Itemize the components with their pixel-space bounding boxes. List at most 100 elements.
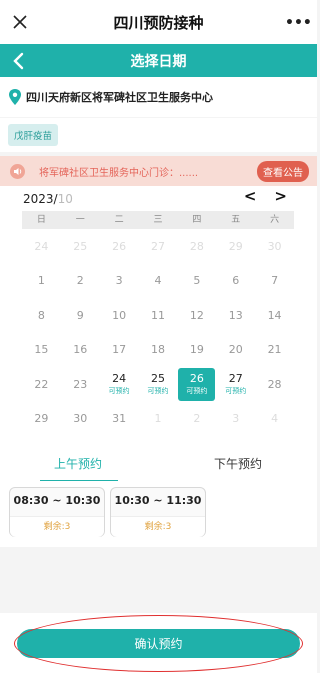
slot-remaining: 剩余:3: [10, 516, 104, 537]
prev-month-button[interactable]: <: [244, 187, 257, 205]
calendar-day: 29: [22, 402, 61, 437]
calendar-day: 3: [100, 264, 139, 299]
notice-text[interactable]: 将军碑社区卫生服务中心门诊：......: [39, 164, 257, 179]
time-slots: 08:30 ~ 10:30 剩余:3 10:30 ~ 11:30 剩余:3: [0, 481, 317, 547]
day-number: 30: [267, 239, 282, 253]
day-number: 6: [232, 274, 240, 288]
bottom-bar: 确认预约: [0, 613, 317, 673]
next-month-button[interactable]: >: [274, 187, 287, 205]
calendar-day: 12: [177, 298, 216, 333]
calendar-day: 20: [216, 333, 255, 368]
day-number: 7: [271, 274, 279, 288]
app-title: 四川预防接种: [113, 13, 204, 32]
calendar-year-month: 2023/: [23, 192, 58, 206]
more-icon[interactable]: •••: [285, 16, 312, 30]
calendar-day: 5: [177, 264, 216, 299]
calendar-day: 4: [139, 264, 178, 299]
calendar-day: 29: [216, 229, 255, 264]
calendar-day: 16: [61, 333, 100, 368]
day-number: 29: [34, 412, 49, 426]
calendar: 2023/10 < > 日一二三四五六 24 25 26 27 28 29 30 1 2 3 4 5 6…: [0, 186, 317, 436]
time-slot[interactable]: 10:30 ~ 11:30 剩余:3: [110, 487, 206, 537]
day-number: 8: [37, 308, 45, 322]
day-number: 25: [73, 239, 88, 253]
day-availability: 可预约: [108, 387, 130, 396]
day-number: 5: [193, 274, 201, 288]
location-pin-icon: [9, 89, 21, 105]
clinic-name: 四川天府新区将军碑社区卫生服务中心: [26, 91, 213, 104]
calendar-day: 3: [216, 402, 255, 437]
tab-morning[interactable]: 上午预约: [54, 455, 102, 472]
calendar-day: 31: [100, 402, 139, 437]
day-number: 22: [34, 377, 49, 391]
calendar-day: 17: [100, 333, 139, 368]
calendar-day: 28: [255, 367, 294, 402]
day-number: 31: [112, 412, 127, 426]
back-icon[interactable]: [10, 52, 28, 70]
calendar-day: 6: [216, 264, 255, 299]
day-number: 4: [271, 412, 279, 426]
calendar-day: 10: [100, 298, 139, 333]
calendar-day: 4: [255, 402, 294, 437]
day-number: 30: [73, 412, 88, 426]
time-slot[interactable]: 08:30 ~ 10:30 剩余:3: [9, 487, 105, 537]
weekday-label: 日: [36, 215, 46, 225]
day-number: 20: [228, 343, 243, 357]
day-number: 1: [37, 274, 45, 288]
calendar-month-number: 10: [57, 192, 73, 206]
day-number: 10: [112, 308, 127, 322]
notice-bar: 将军碑社区卫生服务中心门诊：...... 查看公告: [0, 156, 317, 186]
day-number: 12: [189, 308, 204, 322]
tab-afternoon[interactable]: 下午预约: [214, 455, 262, 472]
day-number: 27: [150, 239, 165, 253]
confirm-appointment-button[interactable]: 确认预约: [17, 629, 300, 658]
day-number: 15: [34, 343, 49, 357]
close-icon[interactable]: [8, 10, 32, 34]
day-number: 3: [232, 412, 240, 426]
day-number: 26: [112, 239, 127, 253]
period-tabs: 上午预约 下午预约: [0, 436, 317, 482]
day-number: 16: [73, 343, 88, 357]
calendar-day[interactable]: 24 可预约: [100, 367, 139, 402]
slot-time: 08:30 ~ 10:30: [13, 494, 101, 507]
page-header: 选择日期: [0, 44, 317, 77]
calendar-day[interactable]: 25 可预约: [139, 367, 178, 402]
day-grid: 24 25 26 27 28 29 30 1 2 3 4 5 6 7 8 9 10 11 12 13 14 15 16 17 1…: [22, 229, 294, 436]
page-title: 选择日期: [130, 53, 187, 70]
weekday-label: 一: [75, 215, 85, 225]
wechat-title-bar: 四川预防接种 •••: [0, 0, 317, 44]
calendar-day: 1: [139, 402, 178, 437]
day-number: 28: [189, 239, 204, 253]
calendar-day: 2: [61, 264, 100, 299]
calendar-day: 9: [61, 298, 100, 333]
day-availability: 可预约: [147, 387, 169, 396]
calendar-day: 25: [61, 229, 100, 264]
speaker-icon: [10, 163, 25, 179]
day-number: 28: [267, 377, 282, 391]
selected-day[interactable]: 26 可预约: [178, 368, 216, 401]
calendar-day[interactable]: 27 可预约: [216, 367, 255, 402]
view-notice-button[interactable]: 查看公告: [257, 160, 309, 182]
calendar-day: 7: [255, 264, 294, 299]
day-number: 13: [228, 308, 243, 322]
weekday-label: 六: [270, 215, 280, 225]
weekday-label: 二: [114, 215, 124, 225]
calendar-day: 8: [22, 298, 61, 333]
day-number: 21: [267, 343, 282, 357]
day-availability: 可预约: [186, 387, 208, 396]
day-number: 23: [73, 377, 88, 391]
clinic-location: 四川天府新区将军碑社区卫生服务中心: [0, 77, 317, 117]
calendar-day: 30: [255, 229, 294, 264]
calendar-day: 24: [22, 229, 61, 264]
day-number: 17: [112, 343, 127, 357]
day-number: 3: [115, 274, 123, 288]
calendar-day: 26: [100, 229, 139, 264]
day-number: 24: [34, 239, 49, 253]
day-number: 2: [193, 412, 201, 426]
weekday-header: 日一二三四五六: [22, 211, 294, 229]
weekday-label: 五: [231, 215, 241, 225]
day-number: 2: [76, 274, 84, 288]
day-number: 18: [150, 343, 165, 357]
vaccine-tag: 戊肝疫苗: [8, 124, 59, 146]
slot-time: 10:30 ~ 11:30: [114, 494, 202, 507]
